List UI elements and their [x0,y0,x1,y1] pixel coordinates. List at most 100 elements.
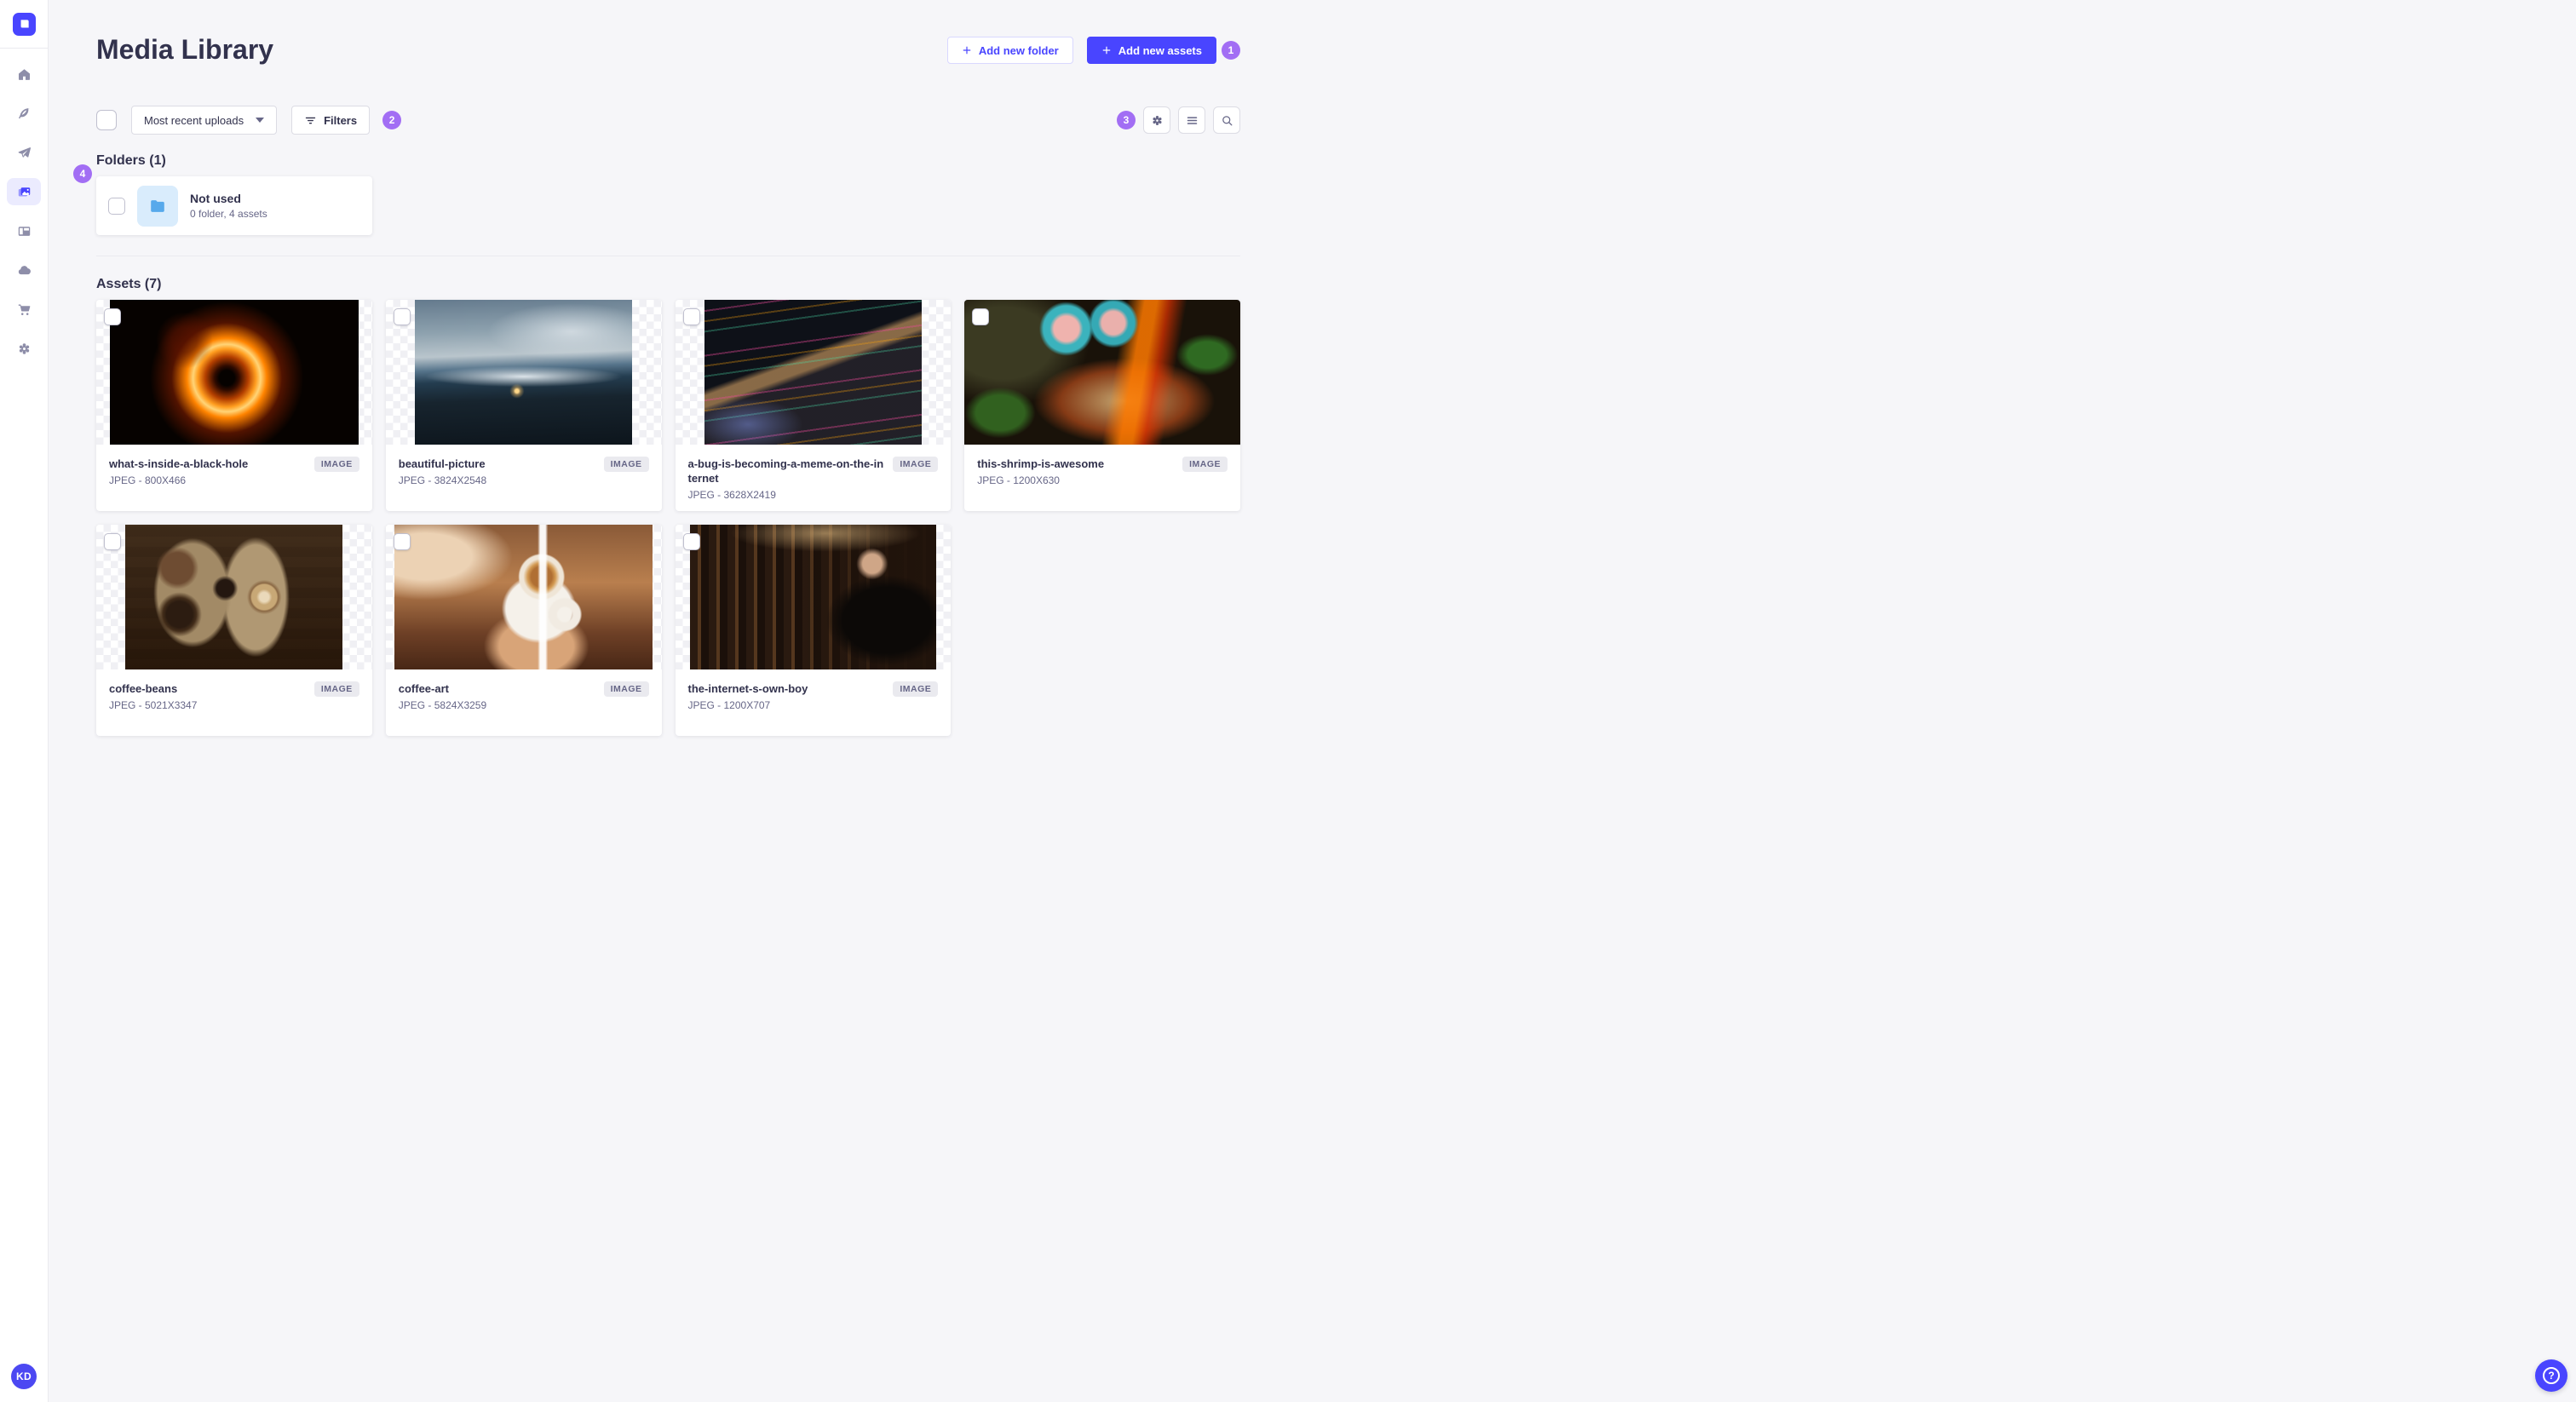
page-title: Media Library [96,34,274,65]
cog-icon [1151,114,1164,127]
asset-title: beautiful-picture [398,457,486,470]
sidebar-item-cloud[interactable] [7,256,41,284]
asset-image [690,525,936,669]
asset-card[interactable]: coffee-beans JPEG - 5021X3347 IMAGE [96,525,372,736]
sidebar-item-settings-gear[interactable] [7,335,41,362]
asset-card[interactable]: the-internet-s-own-boy JPEG - 1200X707 IMA… [675,525,952,736]
asset-type-badge: IMAGE [313,681,359,697]
asset-image [415,300,633,445]
cog-view-button[interactable] [1143,106,1170,134]
media-library-icon [17,185,32,199]
folder-meta: 0 folder, 4 assets [190,208,267,220]
asset-thumbnail [96,525,372,669]
folder-title: Not used [190,192,241,205]
select-all-checkbox[interactable] [96,110,117,130]
asset-thumbnail [385,525,662,669]
tour-badge-1[interactable]: 1 [1222,41,1240,60]
asset-checkbox[interactable] [104,308,121,325]
filters-label: Filters [324,113,358,127]
question-mark-icon: ? [2543,1367,2560,1384]
asset-checkbox[interactable] [393,533,411,550]
asset-meta: JPEG - 5824X3259 [398,699,487,711]
search-icon [1221,114,1233,127]
asset-title: coffee-beans [109,682,178,695]
list-view-button[interactable] [1178,106,1205,134]
tour-badge-4[interactable]: 4 [73,164,92,183]
add-new-folder-button[interactable]: Add new folder [946,37,1073,64]
main-content: Media Library Add new folder Add new ass… [49,0,1288,736]
asset-thumbnail [675,525,952,669]
asset-thumbnail [964,300,1240,445]
sidebar-item-paper-plane[interactable] [7,139,41,166]
asset-meta: JPEG - 5021X3347 [109,699,198,711]
asset-card[interactable]: a-bug-is-becoming-a-meme-on-the-internet… [675,300,952,511]
settings-gear-icon [17,342,32,356]
asset-meta: JPEG - 1200X630 [977,474,1060,486]
asset-type-badge: IMAGE [603,457,649,472]
sidebar-item-media-library[interactable] [7,178,41,205]
asset-meta: JPEG - 3628X2419 [687,489,776,501]
tour-badge-2[interactable]: 2 [382,111,402,129]
strapi-logo-icon [20,20,29,28]
sort-select-value: Most recent uploads [144,113,244,127]
asset-checkbox[interactable] [972,308,990,325]
folder-list: Not used 0 folder, 4 assets [96,176,1240,235]
help-button[interactable]: ? [2535,1359,2567,1392]
sidebar-item-marketplace-cart[interactable] [7,296,41,323]
asset-card[interactable]: this-shrimp-is-awesome JPEG - 1200X630 IMA… [964,300,1240,511]
asset-thumbnail [385,300,662,445]
asset-thumbnail [96,300,372,445]
asset-checkbox[interactable] [682,533,700,550]
asset-title: a-bug-is-becoming-a-meme-on-the-internet [687,457,884,485]
asset-title: what-s-inside-a-black-hole [109,457,249,470]
sidebar-item-content-type-builder[interactable] [7,217,41,244]
asset-image [125,525,343,669]
sort-select[interactable]: Most recent uploads [131,106,278,135]
asset-title: the-internet-s-own-boy [687,682,808,695]
asset-card[interactable]: beautiful-picture JPEG - 3824X2548 IMAGE [385,300,662,511]
list-icon [1186,114,1199,127]
cloud-icon [17,263,32,278]
asset-card[interactable]: what-s-inside-a-black-hole JPEG - 800X466… [96,300,372,511]
asset-type-badge: IMAGE [893,457,939,472]
asset-card[interactable]: coffee-art JPEG - 5824X3259 IMAGE [385,525,662,736]
sidebar-item-home[interactable] [7,60,41,88]
sidebar-item-content-feather[interactable] [7,100,41,127]
chevron-down-icon [256,118,265,123]
add-new-assets-label: Add new assets [1118,43,1202,57]
asset-type-badge: IMAGE [1182,457,1228,472]
asset-meta: JPEG - 1200X707 [687,699,771,711]
asset-title: this-shrimp-is-awesome [977,457,1105,470]
asset-checkbox[interactable] [682,308,700,325]
user-avatar[interactable]: KD [11,1364,37,1389]
asset-title: coffee-art [398,682,449,695]
plus-icon [962,45,972,55]
folder-card[interactable]: Not used 0 folder, 4 assets [96,176,372,235]
asset-image [964,300,1240,445]
asset-meta: JPEG - 800X466 [109,474,187,486]
folder-checkbox[interactable] [108,197,125,215]
strapi-logo[interactable] [12,13,36,36]
add-new-assets-button[interactable]: Add new assets [1086,37,1216,64]
tour-badge-3[interactable]: 3 [1117,111,1136,129]
asset-grid: what-s-inside-a-black-hole JPEG - 800X466… [96,300,1240,736]
filters-button[interactable]: Filters [291,106,371,135]
asset-type-badge: IMAGE [313,457,359,472]
asset-type-badge: IMAGE [893,681,939,697]
assets-heading: Assets (7) [96,277,162,291]
content-type-builder-icon [17,224,32,238]
asset-meta: JPEG - 3824X2548 [398,474,487,486]
asset-checkbox[interactable] [104,533,121,550]
filter-icon [304,114,317,127]
folders-heading: Folders (1) [96,153,166,168]
asset-type-badge: IMAGE [603,681,649,697]
paper-plane-icon [17,146,32,160]
assets-toolbar: Most recent uploads Filters 2 3 [96,106,1240,135]
content-feather-icon [17,106,32,121]
asset-thumbnail [675,300,952,445]
add-new-folder-label: Add new folder [978,43,1059,57]
sidebar: KD [0,0,49,1402]
search-view-button[interactable] [1213,106,1240,134]
asset-checkbox[interactable] [393,308,411,325]
plus-icon [1101,45,1112,55]
